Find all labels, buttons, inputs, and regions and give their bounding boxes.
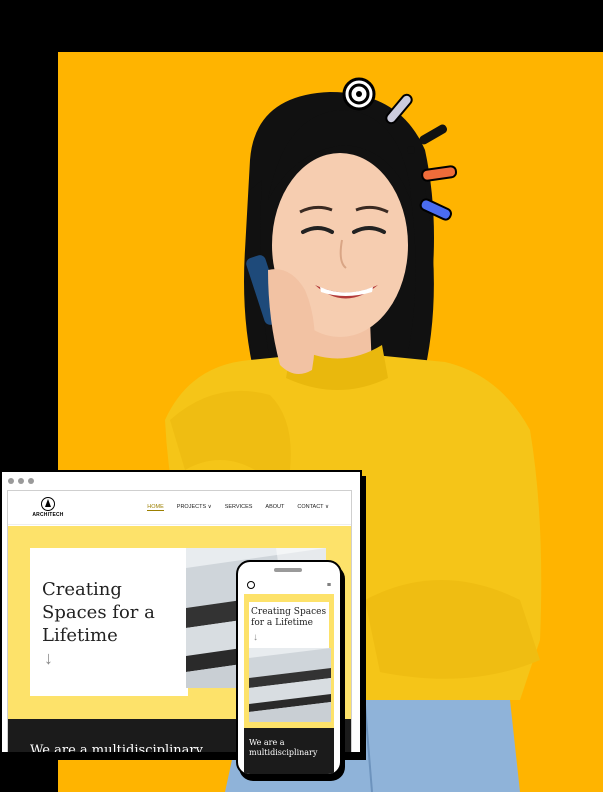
stage: ARCHITECH HOME PROJECTS ∨ SERVICES ABOUT…	[0, 0, 603, 792]
hamburger-menu-icon[interactable]: ≡	[327, 582, 331, 589]
window-dot-icon	[28, 478, 34, 484]
nav-links: HOME PROJECTS ∨ SERVICES ABOUT CONTACT ∨	[147, 504, 329, 511]
window-dot-icon	[18, 478, 24, 484]
mobile-viewport: ≡ Creating Spaces for a Lifetime ↓ We ar…	[244, 576, 334, 774]
mobile-hero-title: Creating Spaces for a Lifetime	[251, 607, 327, 628]
architech-logo-icon	[41, 497, 55, 511]
mobile-about-band: We are a multidisciplinary	[244, 728, 334, 774]
about-heading: We are a multidisciplinary	[30, 743, 203, 752]
scroll-down-arrow-icon[interactable]: ↓	[44, 648, 53, 669]
window-dot-icon	[8, 478, 14, 484]
nav-services[interactable]: SERVICES	[225, 504, 253, 511]
nav-contact[interactable]: CONTACT ∨	[297, 504, 329, 511]
browser-chrome	[2, 472, 360, 490]
scroll-down-arrow-icon[interactable]: ↓	[253, 632, 258, 643]
mobile-hero-card: Creating Spaces for a Lifetime ↓	[249, 602, 331, 722]
hero-card: Creating Spaces for a Lifetime ↓	[30, 548, 188, 696]
architech-logo-icon[interactable]	[247, 581, 255, 589]
site-logo[interactable]: ARCHITECH	[30, 497, 66, 518]
nav-about[interactable]: ABOUT	[265, 504, 284, 511]
mobile-website-mockup: ≡ Creating Spaces for a Lifetime ↓ We ar…	[236, 560, 342, 776]
nav-projects[interactable]: PROJECTS ∨	[177, 504, 212, 511]
mobile-about-heading: We are a multidisciplinary	[249, 738, 318, 757]
building-photo	[249, 648, 331, 722]
site-navbar: ARCHITECH HOME PROJECTS ∨ SERVICES ABOUT…	[8, 491, 351, 525]
nav-home[interactable]: HOME	[147, 504, 164, 511]
brand-name: ARCHITECH	[32, 512, 64, 518]
mobile-hero: Creating Spaces for a Lifetime ↓	[244, 594, 334, 728]
hero-title: Creating Spaces for a Lifetime	[42, 579, 155, 646]
mobile-navbar: ≡	[244, 576, 334, 594]
phone-speaker	[274, 568, 302, 572]
